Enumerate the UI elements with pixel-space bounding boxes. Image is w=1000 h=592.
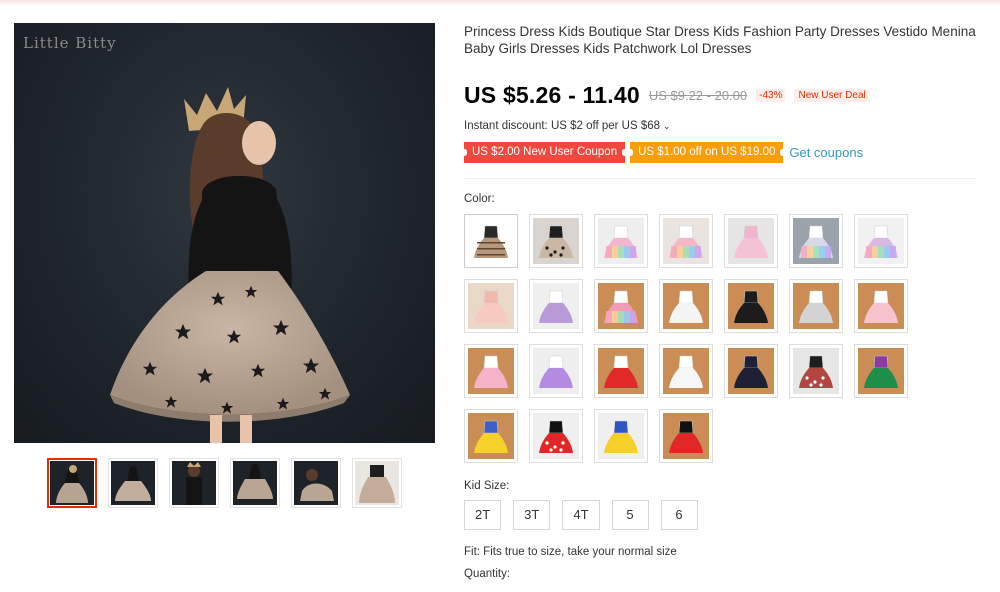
thumbnail-3[interactable] <box>169 458 219 508</box>
instant-discount[interactable]: Instant discount: US $2 off per US $68 ⌄ <box>464 120 671 132</box>
chevron-down-icon: ⌄ <box>663 121 671 131</box>
color-swatch-22[interactable] <box>464 409 518 463</box>
color-swatch-1[interactable] <box>464 214 518 268</box>
coupons-row: US $2.00 New User Coupon US $1.00 off on… <box>461 142 863 163</box>
size-button-6[interactable]: 6 <box>660 500 698 530</box>
kid-size-label: Kid Size: <box>464 480 510 492</box>
swatch-image <box>598 348 644 394</box>
swatch-image <box>858 348 904 394</box>
color-swatch-8[interactable] <box>464 279 518 333</box>
swatch-image <box>468 413 514 459</box>
thumbnail-2[interactable] <box>108 458 158 508</box>
color-swatch-15[interactable] <box>464 344 518 398</box>
fit-note: Fit: Fits true to size, take your normal… <box>464 546 677 558</box>
size-button-5[interactable]: 5 <box>611 500 649 530</box>
color-swatch-2[interactable] <box>529 214 583 268</box>
swatch-image <box>598 283 644 329</box>
swatch-image <box>728 218 774 264</box>
original-price: US $9.22 - 20.00 <box>648 88 748 103</box>
color-swatch-5[interactable] <box>724 214 778 268</box>
color-swatch-21[interactable] <box>854 344 908 398</box>
swatch-image <box>468 283 514 329</box>
color-swatch-12[interactable] <box>724 279 778 333</box>
thumbnail-image <box>233 461 277 505</box>
color-swatch-10[interactable] <box>594 279 648 333</box>
swatch-image <box>533 348 579 394</box>
color-swatch-9[interactable] <box>529 279 583 333</box>
thumbnail-6[interactable] <box>352 458 402 508</box>
swatch-image <box>793 348 839 394</box>
main-product-image[interactable]: Little Bitty <box>14 23 435 443</box>
current-price: US $5.26 - 11.40 <box>464 82 640 108</box>
swatch-image <box>728 348 774 394</box>
color-swatch-25[interactable] <box>659 409 713 463</box>
store-coupon[interactable]: US $1.00 off on US $19.00 <box>628 142 786 163</box>
swatch-image <box>663 283 709 329</box>
color-swatch-7[interactable] <box>854 214 908 268</box>
new-user-coupon[interactable]: US $2.00 New User Coupon <box>461 142 628 163</box>
color-swatch-13[interactable] <box>789 279 843 333</box>
swatch-image <box>663 413 709 459</box>
color-swatch-4[interactable] <box>659 214 713 268</box>
color-swatch-3[interactable] <box>594 214 648 268</box>
swatch-image <box>598 218 644 264</box>
swatch-image <box>728 283 774 329</box>
thumbnail-image <box>50 461 94 505</box>
thumbnail-image <box>111 461 155 505</box>
color-swatch-24[interactable] <box>594 409 648 463</box>
swatch-image <box>858 283 904 329</box>
color-swatch-23[interactable] <box>529 409 583 463</box>
product-title: Princess Dress Kids Boutique Star Dress … <box>464 24 976 56</box>
girl-in-star-dress-image <box>110 87 350 443</box>
thumbnail-image <box>172 461 216 505</box>
color-swatch-18[interactable] <box>659 344 713 398</box>
swatch-image <box>468 348 514 394</box>
color-swatch-11[interactable] <box>659 279 713 333</box>
color-swatch-17[interactable] <box>594 344 648 398</box>
color-swatch-16[interactable] <box>529 344 583 398</box>
color-label: Color: <box>464 193 495 205</box>
swatch-image <box>858 218 904 264</box>
swatch-image <box>793 283 839 329</box>
swatch-image <box>533 283 579 329</box>
swatch-image <box>468 218 514 264</box>
size-button-2t[interactable]: 2T <box>464 500 502 530</box>
thumbnail-image <box>355 461 399 505</box>
swatch-image <box>533 413 579 459</box>
thumbnail-strip <box>47 458 402 508</box>
size-button-3t[interactable]: 3T <box>513 500 551 530</box>
divider <box>464 178 976 179</box>
swatch-image <box>533 218 579 264</box>
brand-watermark: Little Bitty <box>23 34 117 52</box>
swatch-image <box>598 413 644 459</box>
new-user-deal-badge: New User Deal <box>794 89 870 102</box>
thumbnail-4[interactable] <box>230 458 280 508</box>
thumbnail-5[interactable] <box>291 458 341 508</box>
price-row: US $5.26 - 11.40 US $9.22 - 20.00 -43% N… <box>464 82 870 109</box>
size-button-4t[interactable]: 4T <box>562 500 600 530</box>
swatch-image <box>793 218 839 264</box>
instant-discount-text: Instant discount: US $2 off per US $68 <box>464 120 661 132</box>
swatch-image <box>663 348 709 394</box>
thumbnail-1[interactable] <box>47 458 97 508</box>
size-buttons: 2T 3T 4T 5 6 <box>464 500 698 530</box>
top-shadow-strip <box>0 0 1000 6</box>
color-swatch-14[interactable] <box>854 279 908 333</box>
color-swatch-20[interactable] <box>789 344 843 398</box>
color-swatch-grid <box>464 214 924 463</box>
swatch-image <box>663 218 709 264</box>
discount-badge: -43% <box>756 89 786 102</box>
color-swatch-6[interactable] <box>789 214 843 268</box>
quantity-label: Quantity: <box>464 568 511 580</box>
thumbnail-image <box>294 461 338 505</box>
color-swatch-19[interactable] <box>724 344 778 398</box>
get-coupons-link[interactable]: Get coupons <box>789 145 863 160</box>
